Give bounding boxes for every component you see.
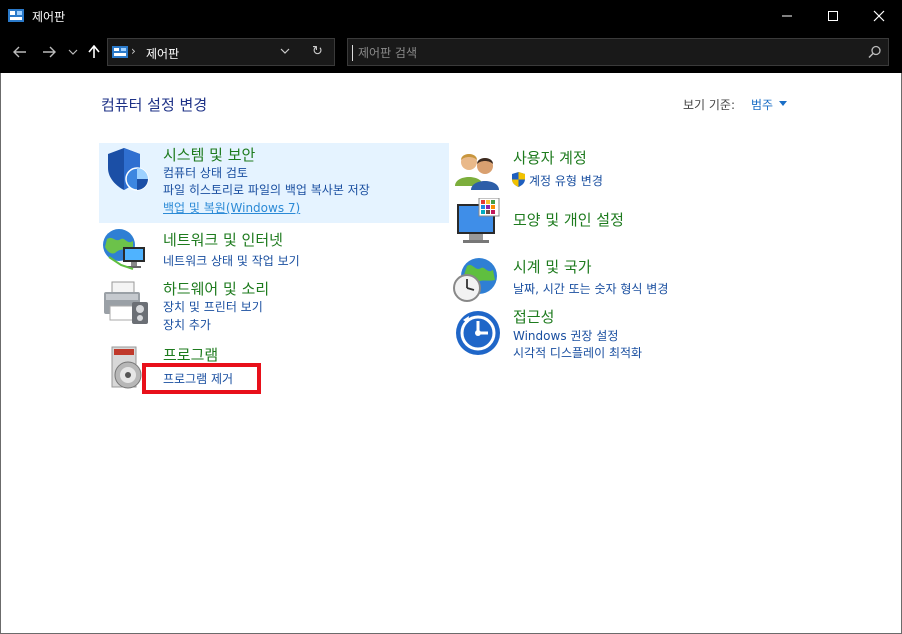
- window-title: 제어판: [32, 10, 66, 24]
- address-box[interactable]: › 제어판 ↻: [107, 38, 335, 66]
- link-review-computer-status[interactable]: 컴퓨터 상태 검토: [163, 164, 248, 181]
- title-bar: 제어판: [0, 0, 902, 32]
- view-by-dropdown[interactable]: 범주: [751, 96, 773, 113]
- link-change-account-type[interactable]: 계정 유형 변경: [529, 172, 603, 189]
- link-file-history-backup[interactable]: 파일 히스토리로 파일의 백업 복사본 저장: [163, 181, 370, 198]
- category-title-hardware-sound[interactable]: 하드웨어 및 소리: [163, 278, 269, 299]
- search-icon[interactable]: [868, 45, 882, 59]
- link-date-time-format[interactable]: 날짜, 시간 또는 숫자 형식 변경: [513, 280, 668, 297]
- breadcrumb[interactable]: 제어판: [146, 45, 179, 62]
- category-title-system-security[interactable]: 시스템 및 보안: [163, 144, 255, 165]
- network-globe-icon[interactable]: [101, 227, 149, 273]
- forward-arrow-icon: [43, 46, 56, 58]
- up-arrow-icon: [88, 45, 100, 58]
- printer-icon[interactable]: [102, 280, 150, 328]
- maximize-icon: [828, 11, 838, 21]
- link-optimize-visual-display[interactable]: 시각적 디스플레이 최적화: [513, 344, 642, 361]
- minimize-button[interactable]: [764, 0, 810, 32]
- back-arrow-icon: [13, 46, 26, 58]
- category-title-network-internet[interactable]: 네트워크 및 인터넷: [163, 229, 283, 250]
- dropdown-arrow-icon[interactable]: [779, 101, 787, 106]
- link-backup-restore[interactable]: 백업 및 복원(Windows 7): [163, 199, 300, 216]
- text-caret: [352, 45, 353, 61]
- link-devices-printers[interactable]: 장치 및 프린터 보기: [163, 298, 263, 315]
- category-title-appearance[interactable]: 모양 및 개인 설정: [513, 209, 624, 230]
- control-panel-icon: [112, 46, 128, 58]
- category-title-programs[interactable]: 프로그램: [163, 344, 218, 365]
- control-panel-icon: [8, 9, 24, 22]
- forward-button[interactable]: [39, 42, 59, 62]
- close-button[interactable]: [856, 0, 902, 32]
- uac-shield-icon: [512, 172, 525, 187]
- maximize-button[interactable]: [810, 0, 856, 32]
- page-title: 컴퓨터 설정 변경: [101, 96, 208, 114]
- highlight-box: [142, 363, 261, 394]
- link-network-status-tasks[interactable]: 네트워크 상태 및 작업 보기: [163, 252, 300, 269]
- ease-of-access-icon[interactable]: [455, 310, 501, 356]
- category-title-user-accounts[interactable]: 사용자 계정: [513, 147, 587, 168]
- clock-globe-icon[interactable]: [453, 256, 499, 304]
- refresh-icon[interactable]: ↻: [312, 44, 323, 59]
- user-accounts-icon[interactable]: [455, 150, 499, 190]
- view-by-label: 보기 기준:: [683, 98, 736, 112]
- recent-locations-button[interactable]: [63, 42, 83, 62]
- chevron-down-icon: [68, 49, 78, 55]
- category-title-ease-of-access[interactable]: 접근성: [513, 306, 554, 327]
- search-box[interactable]: [347, 38, 889, 66]
- up-button[interactable]: [84, 42, 104, 62]
- minimize-icon: [782, 15, 792, 17]
- close-icon: [873, 10, 885, 22]
- chevron-down-icon[interactable]: [280, 46, 290, 56]
- breadcrumb-separator-icon: ›: [131, 44, 136, 58]
- display-personalization-icon[interactable]: [455, 198, 501, 246]
- shield-icon[interactable]: [104, 146, 150, 192]
- back-button[interactable]: [10, 42, 30, 62]
- link-windows-recommended-settings[interactable]: Windows 권장 설정: [513, 327, 618, 344]
- link-add-device[interactable]: 장치 추가: [163, 316, 211, 333]
- search-input[interactable]: [356, 43, 860, 63]
- category-title-clock-region[interactable]: 시계 및 국가: [513, 256, 592, 277]
- navigation-bar: › 제어판 ↻: [0, 32, 902, 73]
